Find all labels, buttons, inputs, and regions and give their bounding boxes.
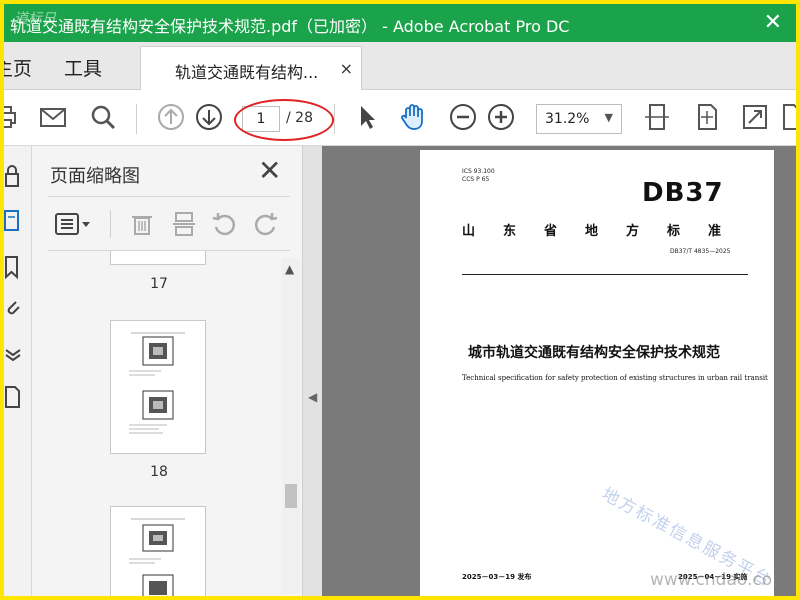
scroll-mode-icon[interactable] — [692, 102, 722, 132]
scroll-up-icon[interactable]: ▲ — [285, 262, 294, 276]
ics-code: ICS 93.100 — [462, 168, 495, 175]
insert-page-icon[interactable] — [170, 210, 198, 238]
print-icon[interactable] — [4, 102, 20, 132]
fit-page-icon[interactable] — [642, 102, 672, 132]
search-icon[interactable] — [88, 102, 118, 132]
scrollbar-thumb[interactable] — [285, 484, 297, 508]
more-tools-icon[interactable] — [776, 102, 796, 132]
thumbnail-label: 17 — [150, 276, 168, 292]
panel-title: 页面缩略图 — [50, 166, 140, 187]
panel-toolbar-divider — [110, 210, 111, 238]
document-tab-close-button[interactable]: × — [340, 59, 353, 78]
page-thumbnails-icon[interactable] — [4, 208, 22, 234]
panel-divider — [48, 196, 290, 197]
window-close-button[interactable]: ✕ — [764, 10, 782, 35]
thumbnail-label: 18 — [150, 464, 168, 480]
chevron-down-icon: ▼ — [604, 111, 613, 124]
next-page-icon[interactable] — [194, 102, 224, 132]
panel-toolbar — [48, 202, 298, 246]
navigation-strip — [4, 146, 32, 596]
zoom-dropdown[interactable]: 31.2% ▼ — [536, 104, 622, 134]
publish-date: 2025－03－19 发布 — [462, 573, 532, 581]
thumbnail-drawing — [129, 518, 185, 596]
collapse-arrow-icon[interactable]: ◀ — [308, 390, 317, 404]
email-icon[interactable] — [38, 102, 68, 132]
thumbnail-options-icon[interactable] — [54, 210, 94, 238]
thumbnail-page-18[interactable] — [110, 320, 206, 454]
document-icon[interactable] — [4, 384, 22, 410]
site-watermark: www.cndao.co — [650, 570, 773, 590]
highlight-oval — [234, 99, 334, 141]
document-page: ICS 93.100 CCS P 65 DB37 山东省地方标准 DB37/T … — [420, 150, 775, 596]
previous-page-icon[interactable] — [156, 102, 186, 132]
thumbnail-scrollbar[interactable]: ▲ — [282, 258, 300, 594]
toolbar-divider — [136, 104, 137, 134]
lock-icon[interactable] — [4, 164, 22, 190]
toolbar: 1 / 28 31.2% ▼ — [4, 90, 796, 146]
page-thumbnails-panel: 页面缩略图 ✕ 17 18 ▲ — [32, 146, 302, 596]
standard-level: 山东省地方标准 — [462, 224, 750, 239]
document-view[interactable]: ICS 93.100 CCS P 65 DB37 山东省地方标准 DB37/T … — [322, 146, 796, 596]
document-tab-label: 轨道交通既有结构... — [175, 63, 319, 82]
thumbnail-page-19[interactable] — [110, 506, 206, 596]
panel-close-button[interactable]: ✕ — [258, 154, 281, 187]
select-arrow-icon[interactable] — [352, 102, 382, 132]
rotate-right-icon[interactable] — [252, 210, 280, 238]
document-tab[interactable]: 轨道交通既有结构... × — [140, 46, 362, 90]
bookmark-icon[interactable] — [4, 254, 22, 280]
zoom-value: 31.2% — [545, 111, 590, 127]
menu-home[interactable]: 主页 — [4, 54, 32, 81]
db-code: DB37 — [642, 178, 724, 208]
page-rule — [462, 274, 748, 275]
document-title-en: Technical specification for safety prote… — [462, 374, 768, 382]
attachment-icon[interactable] — [4, 296, 22, 322]
hand-tool-icon[interactable] — [398, 102, 428, 132]
rotate-left-icon[interactable] — [210, 210, 238, 238]
menu-tools[interactable]: 工具 — [64, 54, 102, 81]
fullscreen-icon[interactable] — [740, 102, 770, 132]
toolbar-divider — [334, 104, 335, 134]
document-title-cn: 城市轨道交通既有结构安全保护技术规范 — [468, 345, 720, 361]
window-title: 轨道交通既有结构安全保护技术规范.pdf（已加密） - Adobe Acroba… — [10, 17, 570, 36]
zoom-in-icon[interactable] — [486, 102, 516, 132]
panel-collapse-handle[interactable]: ◀ — [302, 146, 322, 596]
standard-number: DB37/T 4835—2025 — [670, 248, 731, 255]
title-bar: 道标日 轨道交通既有结构安全保护技术规范.pdf（已加密） - Adobe Ac… — [4, 4, 796, 42]
layers-icon[interactable] — [4, 342, 22, 368]
trash-icon[interactable] — [128, 210, 156, 238]
app-window: 道标日 轨道交通既有结构安全保护技术规范.pdf（已加密） - Adobe Ac… — [4, 4, 796, 596]
tab-bar: 主页 工具 轨道交通既有结构... × — [4, 42, 796, 90]
thumbnail-drawing — [129, 332, 185, 434]
ccs-code: CCS P 65 — [462, 176, 490, 183]
thumbnail-page-17[interactable] — [110, 251, 206, 265]
zoom-out-icon[interactable] — [448, 102, 478, 132]
